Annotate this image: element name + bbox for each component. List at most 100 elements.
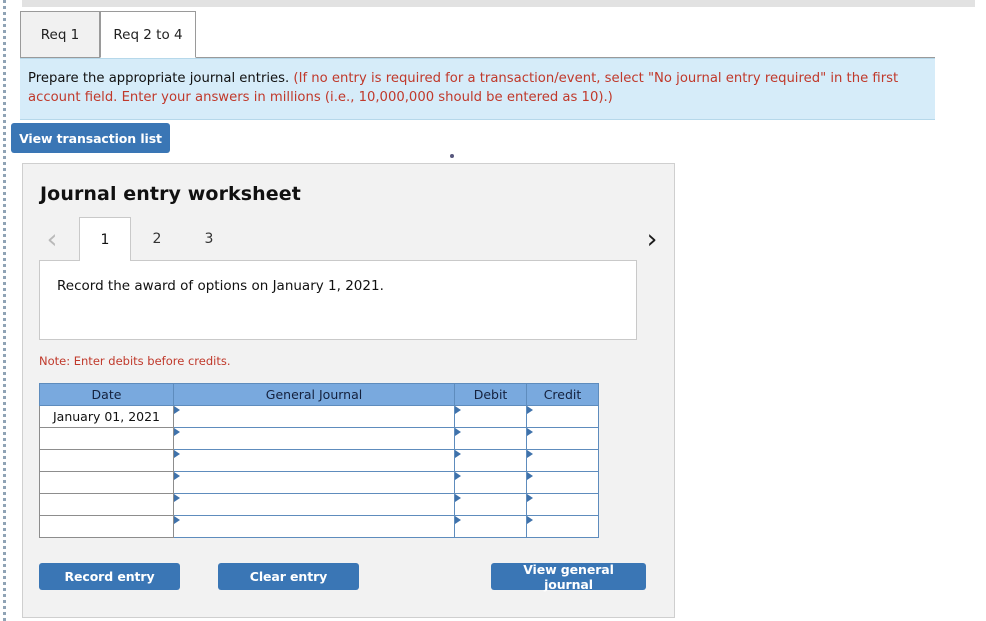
- dropdown-marker-icon: [527, 494, 533, 502]
- cell-general-journal-4[interactable]: [174, 472, 455, 494]
- table-row: [40, 472, 599, 494]
- input-general-journal-6[interactable]: [181, 517, 452, 536]
- chevron-left-icon[interactable]: ‹: [39, 217, 65, 261]
- cell-general-journal-6[interactable]: [174, 516, 455, 538]
- cell-date-3: [40, 450, 174, 472]
- view-general-journal-button[interactable]: View general journal: [491, 563, 646, 590]
- cell-debit-3[interactable]: [455, 450, 527, 472]
- top-gray-strip: [22, 0, 975, 7]
- worksheet-page-3[interactable]: 3: [183, 217, 235, 261]
- clear-entry-button[interactable]: Clear entry: [218, 563, 359, 590]
- input-debit-4[interactable]: [462, 473, 527, 492]
- dropdown-marker-icon: [455, 494, 461, 502]
- worksheet-prompt-text: Record the award of options on January 1…: [57, 278, 384, 294]
- column-header-date: Date: [40, 384, 174, 406]
- cell-general-journal-1[interactable]: [174, 406, 455, 428]
- cell-debit-2[interactable]: [455, 428, 527, 450]
- input-debit-2[interactable]: [462, 429, 527, 448]
- table-row: January 01, 2021: [40, 406, 599, 428]
- record-entry-button[interactable]: Record entry: [39, 563, 180, 590]
- input-general-journal-3[interactable]: [181, 451, 452, 470]
- requirement-tabs: Req 1 Req 2 to 4: [20, 11, 935, 58]
- cell-date-2: [40, 428, 174, 450]
- cell-credit-3[interactable]: [527, 450, 599, 472]
- input-debit-5[interactable]: [462, 495, 527, 514]
- view-transaction-list-button[interactable]: View transaction list: [11, 123, 170, 153]
- tab-req-2-to-4-label: Req 2 to 4: [113, 27, 182, 43]
- column-header-general-journal: General Journal: [174, 384, 455, 406]
- input-debit-6[interactable]: [462, 517, 527, 536]
- input-debit-3[interactable]: [462, 451, 527, 470]
- debits-before-credits-note: Note: Enter debits before credits.: [39, 354, 231, 368]
- input-credit-6[interactable]: [534, 517, 599, 536]
- cell-debit-6[interactable]: [455, 516, 527, 538]
- input-debit-1[interactable]: [462, 407, 527, 426]
- page-title: Journal entry worksheet: [40, 183, 301, 205]
- dropdown-marker-icon: [455, 450, 461, 458]
- dropdown-marker-icon: [174, 472, 180, 480]
- table-row: [40, 450, 599, 472]
- cell-credit-6[interactable]: [527, 516, 599, 538]
- input-general-journal-4[interactable]: [181, 473, 452, 492]
- cell-credit-4[interactable]: [527, 472, 599, 494]
- dropdown-marker-icon: [455, 406, 461, 414]
- input-credit-4[interactable]: [534, 473, 599, 492]
- dropdown-marker-icon: [174, 406, 180, 414]
- cell-date-5: [40, 494, 174, 516]
- tab-req-1[interactable]: Req 1: [20, 11, 100, 58]
- input-general-journal-2[interactable]: [181, 429, 452, 448]
- worksheet-page-2[interactable]: 2: [131, 217, 183, 261]
- table-row: [40, 428, 599, 450]
- dropdown-marker-icon: [527, 406, 533, 414]
- column-header-debit: Debit: [455, 384, 527, 406]
- journal-entry-table: Date General Journal Debit Credit Januar…: [39, 383, 599, 538]
- table-header-row: Date General Journal Debit Credit: [40, 384, 599, 406]
- cell-credit-2[interactable]: [527, 428, 599, 450]
- worksheet-page-1[interactable]: 1: [79, 217, 131, 261]
- dropdown-marker-icon: [455, 428, 461, 436]
- input-general-journal-1[interactable]: [181, 407, 452, 426]
- input-credit-2[interactable]: [534, 429, 599, 448]
- worksheet-pager: ‹ 1 2 3 ›: [39, 217, 659, 261]
- cell-general-journal-2[interactable]: [174, 428, 455, 450]
- tab-req-1-label: Req 1: [41, 27, 80, 43]
- instruction-main: Prepare the appropriate journal entries.: [28, 71, 289, 86]
- table-row: [40, 494, 599, 516]
- dropdown-marker-icon: [527, 472, 533, 480]
- dropdown-marker-icon: [527, 450, 533, 458]
- worksheet-page-2-label: 2: [153, 231, 162, 247]
- cell-general-journal-5[interactable]: [174, 494, 455, 516]
- cell-credit-5[interactable]: [527, 494, 599, 516]
- worksheet-page-1-label: 1: [101, 232, 110, 248]
- cell-debit-5[interactable]: [455, 494, 527, 516]
- dropdown-marker-icon: [174, 516, 180, 524]
- input-credit-3[interactable]: [534, 451, 599, 470]
- column-header-credit: Credit: [527, 384, 599, 406]
- cell-debit-4[interactable]: [455, 472, 527, 494]
- journal-entry-worksheet-panel: Journal entry worksheet ‹ 1 2 3 › Record…: [22, 163, 675, 618]
- cell-debit-1[interactable]: [455, 406, 527, 428]
- dropdown-marker-icon: [527, 516, 533, 524]
- page-left-edge: [3, 0, 6, 621]
- worksheet-page-3-label: 3: [205, 231, 214, 247]
- dropdown-marker-icon: [174, 450, 180, 458]
- input-credit-5[interactable]: [534, 495, 599, 514]
- dropdown-marker-icon: [174, 494, 180, 502]
- cell-date-1: January 01, 2021: [40, 406, 174, 428]
- cell-date-4: [40, 472, 174, 494]
- table-row: [40, 516, 599, 538]
- cursor-artifact: [450, 154, 454, 158]
- tab-req-2-to-4[interactable]: Req 2 to 4: [100, 11, 196, 58]
- instruction-band: Prepare the appropriate journal entries.…: [20, 58, 935, 120]
- input-general-journal-5[interactable]: [181, 495, 452, 514]
- cell-general-journal-3[interactable]: [174, 450, 455, 472]
- chevron-right-icon[interactable]: ›: [639, 217, 665, 261]
- dropdown-marker-icon: [174, 428, 180, 436]
- cell-credit-1[interactable]: [527, 406, 599, 428]
- input-credit-1[interactable]: [534, 407, 599, 426]
- dropdown-marker-icon: [455, 472, 461, 480]
- cell-date-6: [40, 516, 174, 538]
- worksheet-prompt-box: Record the award of options on January 1…: [39, 260, 637, 340]
- dropdown-marker-icon: [527, 428, 533, 436]
- dropdown-marker-icon: [455, 516, 461, 524]
